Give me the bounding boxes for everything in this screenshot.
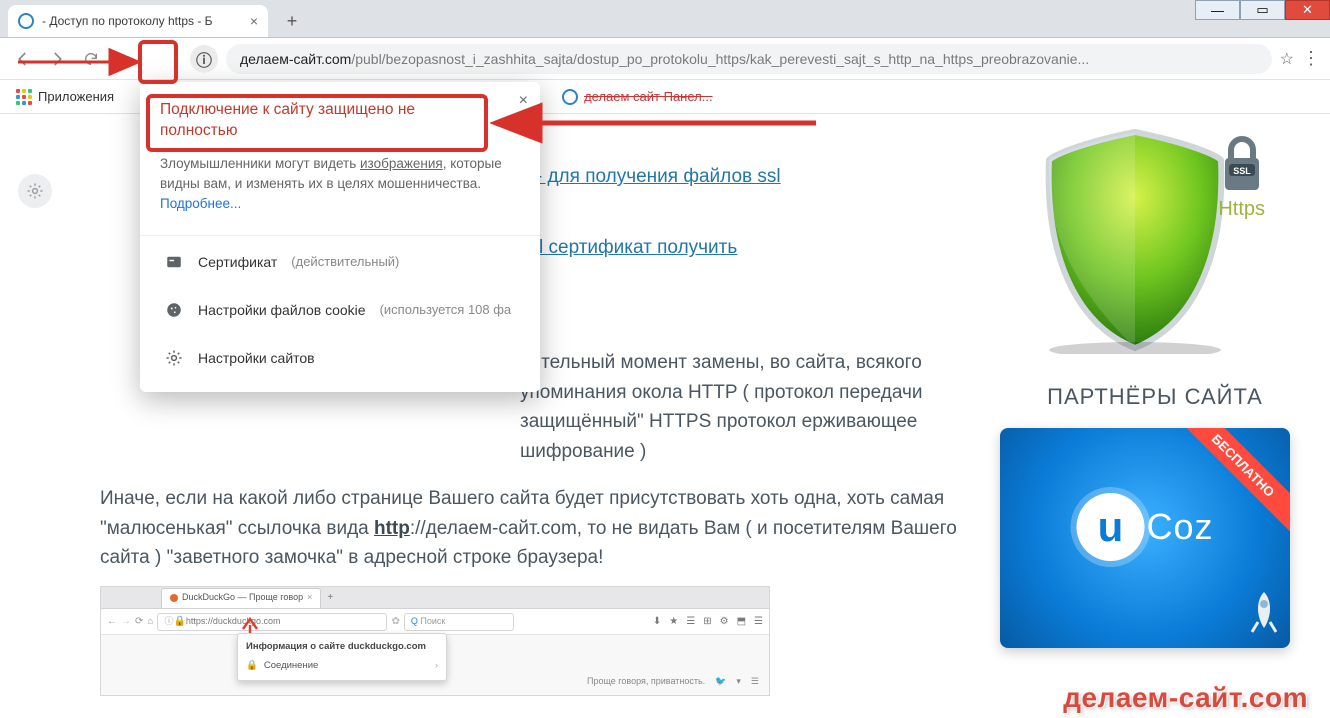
site-info-icon[interactable]: ⓘ: [190, 45, 218, 73]
inner-tab: DuckDuckGo — Проще говор ×: [161, 588, 321, 608]
page-settings-icon[interactable]: [18, 174, 52, 208]
inner-padlock-icon: 🔒: [246, 659, 258, 674]
article-link-1[interactable]: а - для получения файлов ssl: [520, 166, 781, 187]
certificate-row[interactable]: Сертификат (действительный): [160, 238, 520, 286]
embedded-screenshot: DuckDuckGo — Проще говор × + ←→⟳⌂ ⓘ 🔒 ht…: [100, 586, 770, 696]
shield-graphic: SSL Https: [1025, 124, 1285, 354]
ucoz-logo: u Coz: [1076, 493, 1213, 561]
article-paragraph-1: нительный момент замены, во сайта, всяко…: [520, 348, 990, 466]
article-link-2[interactable]: ssl сертификат получить: [520, 237, 737, 258]
partners-heading: ПАРТНЁРЫ САЙТА: [1000, 384, 1310, 410]
learn-more-link[interactable]: Подробнее...: [160, 196, 241, 211]
cookie-settings-row[interactable]: Настройки файлов cookie (используется 10…: [160, 286, 520, 334]
url-bar[interactable]: делаем-сайт.com/publ/bezopasnost_i_zashh…: [226, 44, 1272, 74]
certificate-icon: [164, 252, 184, 272]
new-tab-button[interactable]: +: [278, 7, 306, 35]
apps-button[interactable]: Приложения: [16, 89, 114, 105]
inner-search-field: Q Поиск: [404, 613, 514, 631]
annotation-arrow-right: [490, 98, 820, 148]
tab-close-icon[interactable]: ×: [250, 13, 258, 29]
annotation-arrow-left: [14, 40, 140, 84]
window-maximize[interactable]: ▭: [1240, 0, 1285, 20]
window-close[interactable]: ✕: [1285, 0, 1330, 20]
ssl-badge: SSL Https: [1218, 134, 1265, 221]
apps-label: Приложения: [38, 89, 114, 104]
inner-lock-icon: 🔒: [173, 614, 185, 630]
cookie-icon: [164, 300, 184, 320]
url-host: делаем-сайт.com: [240, 51, 351, 67]
inner-url-field: ⓘ 🔒 https://duckduckgo.com: [157, 613, 387, 631]
watermark: делаем-сайт.com: [1063, 682, 1308, 714]
gear-icon: [164, 348, 184, 368]
ucoz-u-icon: u: [1076, 493, 1144, 561]
url-path: /publ/bezopasnost_i_zashhita_sajta/dostu…: [351, 51, 1089, 67]
inner-footer: Проще говоря, приватность. 🐦▾☰: [587, 675, 759, 689]
window-minimize[interactable]: —: [1195, 0, 1240, 20]
inner-site-info-popup: Информация о сайте duckduckgo.com 🔒Соеди…: [237, 633, 447, 680]
browser-tab[interactable]: - Доступ по протоколу https - Б ×: [8, 5, 268, 37]
toolbar: ⓘ делаем-сайт.com/publ/bezopasnost_i_zas…: [0, 38, 1330, 80]
sidebar: SSL Https ПАРТНЁРЫ САЙТА u Coz БЕСПЛАТНО: [1000, 114, 1330, 718]
svg-text:SSL: SSL: [1233, 166, 1251, 176]
annotation-box-popup-title: [146, 94, 488, 152]
ucoz-banner[interactable]: u Coz БЕСПЛАТНО: [1000, 428, 1290, 648]
site-settings-row[interactable]: Настройки сайтов: [160, 334, 520, 382]
browser-menu-icon[interactable]: ⋮: [1302, 48, 1320, 69]
tab-strip: - Доступ по протоколу https - Б × +: [0, 0, 1330, 38]
article-paragraph-2: Иначе, если на какой либо странице Вашег…: [100, 484, 990, 572]
bookmark-star-icon[interactable]: ☆: [1280, 49, 1294, 69]
popup-warning-body: Злоумышленники могут видеть изображения,…: [160, 154, 520, 215]
rocket-icon: [1246, 590, 1282, 634]
https-label: Https: [1218, 198, 1265, 221]
left-gutter: [0, 114, 70, 718]
apps-grid-icon: [16, 89, 32, 105]
tab-title: - Доступ по протоколу https - Б: [42, 14, 213, 28]
annotation-box-info-icon: [138, 40, 178, 84]
globe-icon: [18, 13, 34, 29]
